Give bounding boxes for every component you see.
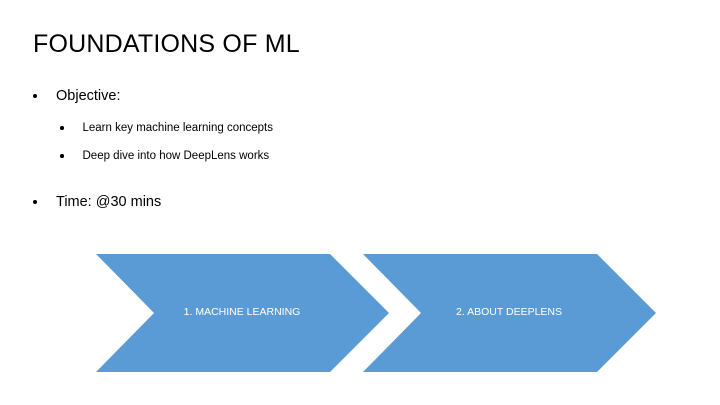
sub-bullet-concepts: Learn key machine learning concepts xyxy=(60,120,273,136)
bullet-dot-icon xyxy=(60,154,64,158)
bullet-time: Time: @30 mins xyxy=(33,192,161,212)
bullet-dot-icon xyxy=(60,126,64,130)
bullet-text: Learn key machine learning concepts xyxy=(82,122,274,134)
slide-title: FOUNDATIONS OF ML xyxy=(33,30,300,58)
bullet-objective: Objective: xyxy=(33,86,120,106)
bullet-text: Objective: xyxy=(56,88,121,104)
sub-bullet-deeplens: Deep dive into how DeepLens works xyxy=(60,148,269,164)
bullet-dot-icon xyxy=(33,200,37,204)
bullet-text: Deep dive into how DeepLens works xyxy=(82,150,270,162)
chevron-label-step-1: 1. MACHINE LEARNING xyxy=(183,306,301,318)
bullet-dot-icon xyxy=(33,94,37,98)
bullet-text: Time: @30 mins xyxy=(56,194,162,210)
chevron-label-step-2: 2. ABOUT DEEPLENS xyxy=(455,306,563,318)
slide: FOUNDATIONS OF ML Objective: Learn key m… xyxy=(0,0,720,405)
